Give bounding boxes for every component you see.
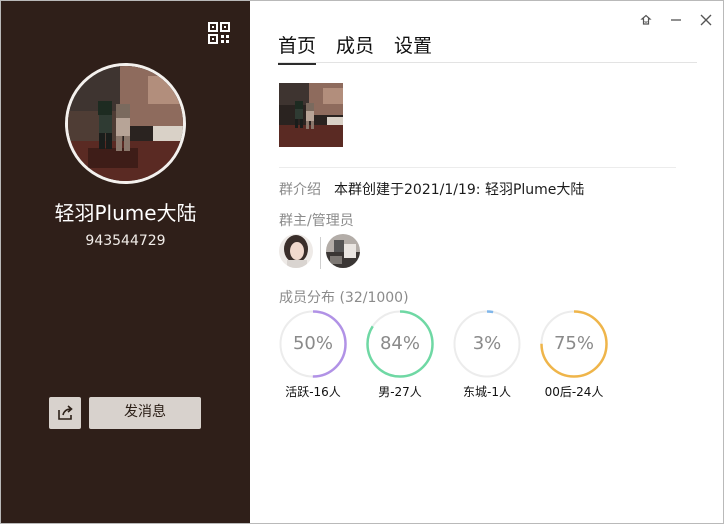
stat-age-caption: 00后-24人 (544, 385, 604, 399)
sidebar: 轻羽Plume大陆 943544729 发消息 (1, 1, 250, 523)
stat-male-percent: 84% (379, 333, 420, 354)
tab-divider (278, 62, 697, 63)
minimize-icon[interactable] (667, 11, 685, 29)
stat-age-percent: 75% (553, 333, 594, 354)
intro-text: 本群创建于2021/1/19: 轻羽Plume大陆 (334, 182, 585, 198)
group-profile-window: 轻羽Plume大陆 943544729 发消息 首页 成员 设置 群介绍 本群创… (0, 0, 724, 524)
share-button[interactable] (49, 397, 81, 429)
group-number: 943544729 (85, 233, 166, 249)
stat-region: 3% 东城-1人 (453, 310, 521, 400)
owner-avatar[interactable] (279, 234, 313, 268)
stat-male-caption: 男-27人 (378, 385, 422, 399)
section-divider (279, 167, 676, 168)
tab-settings[interactable]: 设置 (394, 31, 432, 62)
admin-divider (320, 237, 321, 269)
stat-region-percent: 3% (472, 333, 502, 354)
stat-active-caption: 活跃-16人 (285, 385, 341, 399)
share-icon (58, 405, 73, 420)
stat-age: 75% 00后-24人 (540, 310, 608, 400)
group-name: 轻羽Plume大陆 (54, 201, 197, 225)
admin-avatar[interactable] (326, 234, 360, 268)
close-icon[interactable] (697, 11, 715, 29)
admins-label: 群主/管理员 (279, 213, 354, 229)
qr-code-icon[interactable] (207, 21, 231, 45)
stat-active: 50% 活跃-16人 (279, 310, 347, 400)
stat-male: 84% 男-27人 (366, 310, 434, 400)
intro-label: 群介绍 (279, 182, 321, 198)
group-avatar-image (68, 66, 183, 181)
group-avatar[interactable] (65, 63, 186, 184)
tab-bar: 首页 成员 设置 (278, 31, 432, 65)
send-message-button[interactable]: 发消息 (89, 397, 201, 429)
group-photo[interactable] (279, 83, 343, 147)
stat-region-caption: 东城-1人 (463, 385, 511, 399)
stat-active-percent: 50% (292, 333, 333, 354)
distribution-label: 成员分布 (32/1000) (279, 290, 409, 306)
tab-home[interactable]: 首页 (278, 31, 317, 65)
tab-members[interactable]: 成员 (336, 31, 374, 62)
pin-icon[interactable] (637, 11, 655, 29)
